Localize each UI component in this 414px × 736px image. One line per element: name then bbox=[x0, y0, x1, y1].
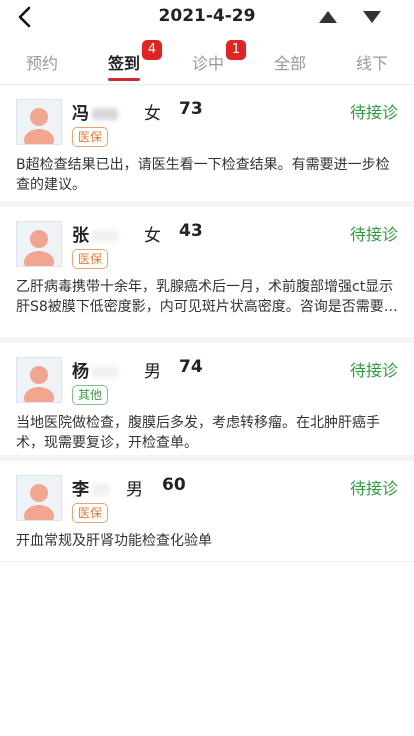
patient-name: 张 bbox=[72, 221, 121, 246]
name-redaction bbox=[92, 366, 118, 378]
patient-age: 60 bbox=[162, 475, 186, 495]
patient-name: 李 bbox=[72, 475, 113, 500]
name-redaction bbox=[92, 230, 118, 242]
tab-bar: 预约 签到 4 诊中 1 全部 线下 bbox=[0, 36, 414, 85]
patient-list: 冯 女 73 待接诊 医保 B超检查结果已出，请医生看一下检查结果。有需要进一步… bbox=[0, 85, 414, 562]
patient-surname: 张 bbox=[72, 226, 89, 246]
patient-age: 73 bbox=[179, 99, 203, 119]
patient-surname: 李 bbox=[72, 480, 89, 500]
patient-description: B超检查结果已出，请医生看一下检查结果。有需要进一步检查的建议。 bbox=[16, 157, 390, 193]
patient-description: 乙肝病毒携带十余年，乳腺癌术后一月，术前腹部增强ct显示肝S8被膜下低密度影，内… bbox=[16, 279, 398, 315]
user-avatar-icon bbox=[17, 358, 61, 402]
top-bar: 2021-4-29 bbox=[0, 0, 414, 36]
active-tab-indicator bbox=[108, 78, 140, 81]
patient-name: 冯 bbox=[72, 99, 121, 124]
patient-name: 杨 bbox=[72, 357, 121, 382]
tab-label: 签到 bbox=[107, 54, 140, 73]
patient-age: 74 bbox=[179, 357, 203, 377]
insurance-tag: 医保 bbox=[72, 127, 109, 147]
name-redaction bbox=[92, 108, 118, 120]
tab-appointment[interactable]: 预约 bbox=[12, 50, 72, 74]
patient-card[interactable]: 张 女 43 待接诊 医保 乙肝病毒携带十余年，乳腺癌术后一月，术前腹部增强ct… bbox=[0, 207, 414, 343]
previous-day-icon[interactable] bbox=[318, 10, 338, 24]
tab-label: 线下 bbox=[355, 54, 388, 73]
patient-surname: 冯 bbox=[72, 104, 89, 124]
tab-offline[interactable]: 线下 bbox=[342, 50, 402, 74]
patient-description: 当地医院做检查，腹膜后多发，考虑转移瘤。在北肿肝癌手术，现需要复诊，开检查单。 bbox=[16, 415, 380, 451]
patient-description: 开血常规及肝肾功能检查化验单 bbox=[16, 533, 212, 549]
user-avatar-icon bbox=[17, 100, 61, 144]
user-avatar-icon bbox=[17, 222, 61, 266]
status-pending-button[interactable]: 待接诊 bbox=[350, 357, 398, 381]
patient-surname: 杨 bbox=[72, 362, 89, 382]
tab-all[interactable]: 全部 bbox=[260, 50, 320, 74]
date-title: 2021-4-29 bbox=[158, 6, 256, 26]
patient-gender: 男 bbox=[126, 480, 143, 500]
status-pending-button[interactable]: 待接诊 bbox=[350, 221, 398, 245]
insurance-tag: 医保 bbox=[72, 249, 109, 269]
avatar bbox=[16, 221, 62, 267]
insurance-tag: 医保 bbox=[72, 503, 109, 523]
tab-in-consultation[interactable]: 诊中 1 bbox=[178, 40, 246, 74]
avatar bbox=[16, 475, 62, 521]
tab-label: 诊中 bbox=[191, 54, 224, 73]
tab-count-badge: 1 bbox=[226, 40, 246, 60]
tab-label: 全部 bbox=[273, 54, 306, 73]
status-pending-button[interactable]: 待接诊 bbox=[350, 475, 398, 499]
tab-checked-in[interactable]: 签到 4 bbox=[94, 40, 162, 81]
avatar bbox=[16, 357, 62, 403]
patient-card[interactable]: 冯 女 73 待接诊 医保 B超检查结果已出，请医生看一下检查结果。有需要进一步… bbox=[0, 85, 414, 207]
name-redaction bbox=[92, 484, 110, 496]
patient-age: 43 bbox=[179, 221, 203, 241]
user-avatar-icon bbox=[17, 476, 61, 520]
avatar bbox=[16, 99, 62, 145]
category-tag: 其他 bbox=[72, 385, 109, 405]
patient-card[interactable]: 李 男 60 待接诊 医保 开血常规及肝肾功能检查化验单 bbox=[0, 461, 414, 562]
patient-gender: 男 bbox=[144, 362, 161, 382]
next-day-icon[interactable] bbox=[362, 10, 382, 24]
tab-label: 预约 bbox=[25, 54, 58, 73]
patient-gender: 女 bbox=[144, 104, 161, 124]
patient-gender: 女 bbox=[144, 226, 161, 246]
tab-count-badge: 4 bbox=[142, 40, 162, 60]
patient-card[interactable]: 杨 男 74 待接诊 其他 当地医院做检查，腹膜后多发，考虑转移瘤。在北肿肝癌手… bbox=[0, 343, 414, 461]
status-pending-button[interactable]: 待接诊 bbox=[350, 99, 398, 123]
